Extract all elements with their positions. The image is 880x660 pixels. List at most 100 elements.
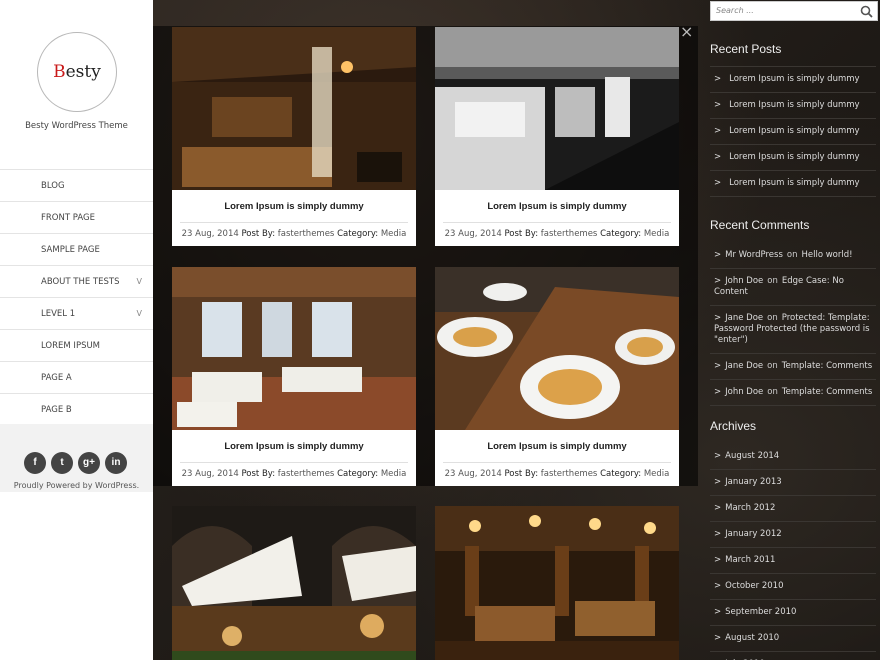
nav-item[interactable]: LEVEL 1 v [0,298,153,330]
post-card[interactable]: Lorem Ipsum is simply dummy 23 Aug, 2014… [435,267,679,486]
archives-title: Archives [710,419,757,433]
post-title[interactable]: Lorem Ipsum is simply dummy [172,190,416,222]
post-category[interactable]: Media [381,469,407,479]
post-date: 23 Aug, 2014 [444,229,502,239]
recent-post-link[interactable]: Lorem Ipsum is simply dummy [729,152,859,162]
nav-item-label: LOREM IPSUM [41,341,101,351]
comment-post-link[interactable]: Template: Comments [782,361,872,371]
comment-author[interactable]: Jane Doe [725,361,763,371]
recent-post-item[interactable]: > Lorem Ipsum is simply dummy [710,93,876,119]
comment-post-link[interactable]: Hello world! [801,250,852,260]
post-thumbnail[interactable] [435,27,679,190]
post-title[interactable]: Lorem Ipsum is simply dummy [172,430,416,462]
recent-comments-list: > Mr WordPress on Hello world! > John Doe on Ed… [710,243,876,406]
archive-item[interactable]: > September 2010 [710,600,876,626]
comment-author[interactable]: Jane Doe [725,313,763,323]
google-plus-icon[interactable]: g+ [78,452,100,474]
search-field[interactable]: Search ... [710,1,878,21]
post-category-label: Category: [337,469,379,479]
nav-item[interactable]: SAMPLE PAGE [0,234,153,266]
archive-item[interactable]: > January 2013 [710,470,876,496]
nav-item[interactable]: LOREM IPSUM [0,330,153,362]
archive-link[interactable]: October 2010 [725,581,783,591]
post-category-label: Category: [600,229,642,239]
archive-item[interactable]: > March 2012 [710,496,876,522]
comment-author[interactable]: John Doe [725,387,763,397]
post-title[interactable]: Lorem Ipsum is simply dummy [435,430,679,462]
recent-post-link[interactable]: Lorem Ipsum is simply dummy [729,100,859,110]
archive-link[interactable]: January 2013 [725,477,782,487]
post-author[interactable]: fasterthemes [541,229,598,239]
post-category-label: Category: [337,229,379,239]
comment-author[interactable]: Mr WordPress [725,250,783,260]
archive-link[interactable]: January 2012 [725,529,782,539]
recent-post-item[interactable]: > Lorem Ipsum is simply dummy [710,119,876,145]
post-card[interactable]: Lorem Ipsum is simply dummy 23 Aug, 2014… [435,27,679,246]
recent-post-item[interactable]: > Lorem Ipsum is simply dummy [710,171,876,197]
archive-item[interactable]: > October 2010 [710,574,876,600]
nav-item-label: ABOUT THE TESTS [41,277,120,287]
nav-item[interactable]: FRONT PAGE [0,202,153,234]
recent-comment-item: > Mr WordPress on Hello world! [710,243,876,269]
search-placeholder: Search ... [716,6,754,15]
archive-item[interactable]: > January 2012 [710,522,876,548]
post-author[interactable]: fasterthemes [278,469,335,479]
nav-item-label: FRONT PAGE [41,213,95,223]
recent-post-link[interactable]: Lorem Ipsum is simply dummy [729,178,859,188]
post-thumbnail[interactable] [172,506,416,660]
chevron-down-icon[interactable]: v [137,298,142,330]
post-date: 23 Aug, 2014 [444,469,502,479]
linkedin-icon[interactable]: in [105,452,127,474]
archive-link[interactable]: August 2010 [725,633,779,643]
nav-item[interactable]: ABOUT THE TESTS v [0,266,153,298]
right-sidebar: Search ... Recent Posts > Lorem Ipsum is … [704,0,880,660]
bullet: > [714,100,722,110]
bullet: > [714,555,722,565]
post-category[interactable]: Media [644,469,670,479]
archive-link[interactable]: August 2014 [725,451,779,461]
nav-item[interactable]: PAGE A [0,362,153,394]
post-author[interactable]: fasterthemes [278,229,335,239]
facebook-icon[interactable]: f [24,452,46,474]
archive-item[interactable]: > August 2010 [710,626,876,652]
post-thumbnail[interactable] [172,267,416,430]
post-thumbnail[interactable] [435,267,679,430]
comment-author[interactable]: John Doe [725,276,763,286]
site-logo[interactable]: Besty [37,32,117,112]
recent-comment-item: > Jane Doe on Protected: Template: Password… [710,306,876,354]
nav-item[interactable]: BLOG [0,170,153,202]
comment-on-label: on [767,276,778,286]
recent-post-link[interactable]: Lorem Ipsum is simply dummy [729,74,859,84]
comment-post-link[interactable]: Template: Comments [782,387,872,397]
post-category[interactable]: Media [644,229,670,239]
nav-item[interactable]: PAGE B [0,394,153,426]
archive-link[interactable]: March 2012 [725,503,775,513]
recent-posts-list: > Lorem Ipsum is simply dummy > Lorem Ipsum… [710,66,876,197]
bullet: > [714,529,722,539]
archive-item[interactable]: >July 2010 [710,652,876,660]
recent-post-link[interactable]: Lorem Ipsum is simply dummy [729,126,859,136]
comment-on-label: on [767,361,778,371]
archive-link[interactable]: September 2010 [725,607,796,617]
recent-post-item[interactable]: > Lorem Ipsum is simply dummy [710,67,876,93]
post-card[interactable]: Lorem Ipsum is simply dummy 23 Aug, 2014… [172,27,416,246]
nav-item-label: PAGE B [41,405,72,415]
twitter-icon[interactable]: t [51,452,73,474]
post-thumbnail[interactable] [172,27,416,190]
post-thumbnail[interactable] [435,506,679,660]
close-icon[interactable]: × [680,22,693,41]
recent-comment-item: > John Doe on Edge Case: No Content [710,269,876,306]
archive-item[interactable]: > August 2014 [710,444,876,470]
post-card[interactable]: Lorem Ipsum is simply dummy 23 Aug, 2014… [172,267,416,486]
bullet: > [714,633,722,643]
post-title[interactable]: Lorem Ipsum is simply dummy [435,190,679,222]
search-icon[interactable] [860,5,873,18]
bullet: > [714,387,722,397]
post-author[interactable]: fasterthemes [541,469,598,479]
archive-item[interactable]: > March 2011 [710,548,876,574]
chevron-down-icon[interactable]: v [137,266,142,298]
recent-post-item[interactable]: > Lorem Ipsum is simply dummy [710,145,876,171]
post-category[interactable]: Media [381,229,407,239]
archive-link[interactable]: March 2011 [725,555,775,565]
post-by-label: Post By: [504,229,539,239]
